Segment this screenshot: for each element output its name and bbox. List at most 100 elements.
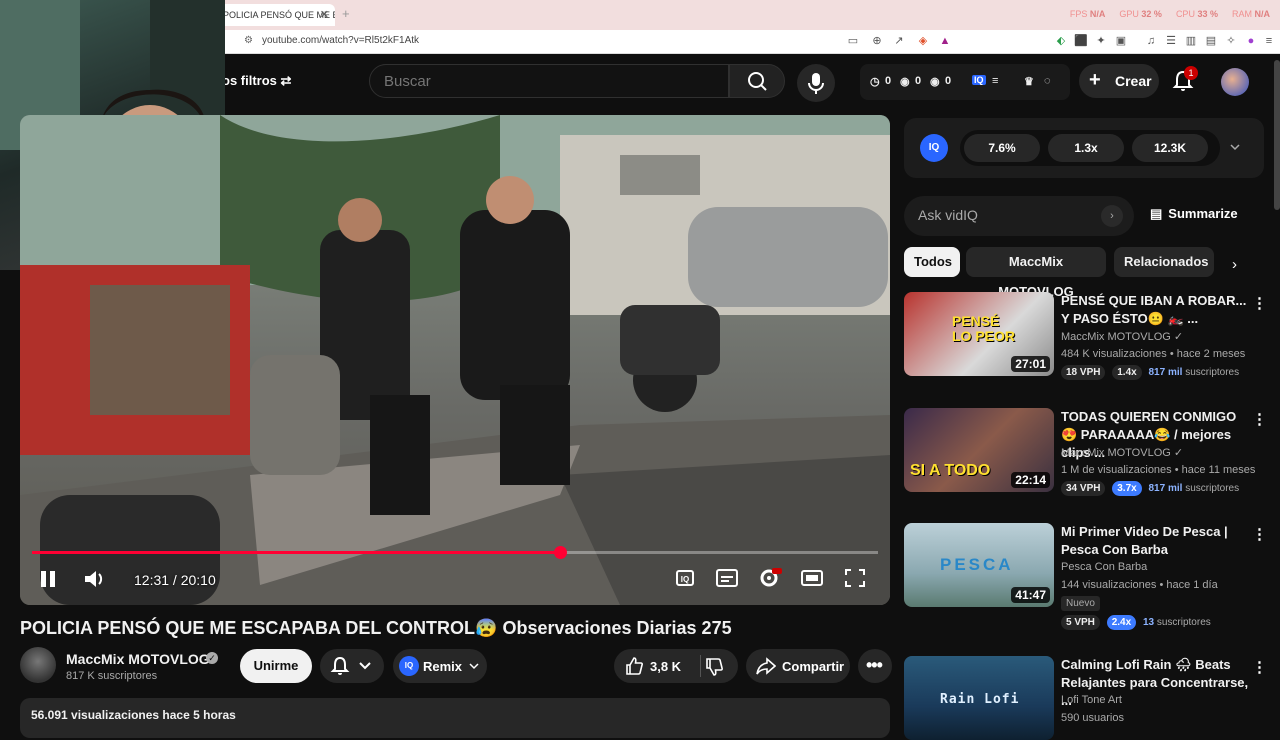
more-vert-icon[interactable]: ⋮ [1252, 525, 1267, 543]
leo-icon[interactable]: ✧ [1224, 34, 1238, 48]
search-input[interactable] [384, 73, 714, 90]
send-arrow-icon[interactable]: › [1101, 205, 1123, 227]
music-icon[interactable]: ♫ [1144, 34, 1158, 48]
rewards-icon[interactable]: ▲ [938, 34, 952, 48]
more-vert-icon[interactable]: ⋮ [1252, 658, 1267, 676]
recommendation-item[interactable]: PENSÉ LO PEOR 27:01 PENSÉ QUE IBAN A ROB… [904, 292, 1274, 402]
more-actions-button[interactable]: ••• [858, 649, 892, 683]
close-icon[interactable]: ✕ [320, 8, 329, 21]
volume-icon[interactable] [84, 570, 106, 588]
channel-name[interactable]: MaccMix MOTOVLOG [66, 651, 210, 667]
screenshot-icon[interactable]: ▣ [1114, 34, 1128, 48]
profile-icon[interactable]: ● [1244, 34, 1258, 48]
fullscreen-icon[interactable] [842, 567, 868, 589]
ratio-pill: 1.4x [1112, 365, 1142, 380]
ask-vidiq-box[interactable]: Ask vidIQ › [904, 196, 1134, 236]
video-player[interactable]: 12:31 / 20:10 IQ [20, 115, 890, 605]
video-thumbnail[interactable]: PESCA 41:47 [904, 523, 1054, 607]
share-button[interactable]: Compartir [746, 649, 850, 683]
ratio-pill: 2.4x [1106, 615, 1137, 630]
thumbnail-text: SI A TODO [910, 462, 991, 479]
share-label: Compartir [782, 659, 845, 674]
thumbs-down-icon[interactable] [704, 657, 724, 677]
brave-shield-icon[interactable]: ◈ [916, 34, 930, 48]
remix-button[interactable]: IQ Remix [393, 649, 487, 683]
wallet-icon[interactable]: ▤ [1204, 34, 1218, 48]
search-icon [748, 72, 767, 91]
rec-title[interactable]: PENSÉ QUE IBAN A ROBAR... Y PASO ÉSTO😐 🏍… [1061, 292, 1251, 328]
search-box[interactable] [369, 64, 729, 98]
filters-label[interactable]: os filtros ⇄ [222, 73, 291, 89]
browser-tab[interactable]: POLICIA PENSÓ QUE ME E ✕ [215, 4, 335, 26]
rec-channel[interactable]: Pesca Con Barba [1061, 561, 1147, 573]
thumbnail-text: PESCA [940, 555, 1014, 574]
rec-channel[interactable]: MaccMix MOTOVLOG ✓ [1061, 446, 1183, 459]
subtitles-icon[interactable] [714, 567, 740, 589]
vidiq-icon[interactable]: IQ [972, 75, 986, 85]
chevron-down-icon[interactable] [1230, 142, 1240, 152]
menu-icon[interactable]: ≡ [1262, 34, 1276, 48]
zoom-icon[interactable]: ⊕ [870, 34, 884, 48]
more-vert-icon[interactable]: ⋮ [1252, 294, 1267, 312]
recommendation-item[interactable]: Rain Lofi Calming Lofi Rain 🌧 Beats Rela… [904, 656, 1274, 740]
vidiq-icon: IQ [399, 656, 419, 676]
video-thumbnail[interactable]: Rain Lofi [904, 656, 1054, 740]
more-vert-icon[interactable]: ⋮ [1252, 410, 1267, 428]
rec-title[interactable]: Mi Primer Video De Pesca | Pesca Con Bar… [1061, 523, 1251, 559]
new-tab-button[interactable]: + [342, 6, 350, 21]
thumbnail-text: PENSÉ LO PEOR [952, 313, 1016, 344]
verified-icon: ✓ [1173, 331, 1184, 343]
url-text[interactable]: youtube.com/watch?v=Rl5t2kF1Atk [262, 35, 419, 46]
ask-vidiq-input[interactable]: Ask vidIQ [918, 207, 978, 223]
rec-channel[interactable]: Lofi Tone Art [1061, 694, 1122, 706]
install-icon[interactable]: ▭ [846, 34, 860, 48]
video-thumbnail[interactable]: SI A TODO 22:14 [904, 408, 1054, 492]
progress-handle[interactable] [553, 546, 567, 559]
translate-icon[interactable]: ⬛ [1074, 34, 1088, 48]
chip-channel[interactable]: MaccMix MOTOVLOG [966, 247, 1106, 299]
subs-count: 13 [1142, 617, 1155, 628]
chip-related[interactable]: Relacionados [1114, 247, 1214, 277]
vidiq-logo[interactable]: IQ [920, 134, 948, 162]
like-button[interactable]: 3,8 K [614, 649, 738, 683]
summarize-button[interactable]: ▤ Summarize [1150, 206, 1238, 222]
theater-mode-icon[interactable] [799, 567, 825, 589]
site-info-icon[interactable]: ⚙ [244, 35, 253, 46]
puzzle-icon[interactable]: ✦ [1094, 34, 1108, 48]
recommendation-item[interactable]: SI A TODO 22:14 TODAS QUIEREN CONMIGO😍 P… [904, 408, 1274, 518]
subscription-bell-button[interactable] [320, 649, 384, 683]
search-button[interactable] [729, 64, 785, 98]
rec-channel[interactable]: MaccMix MOTOVLOG ✓ [1061, 330, 1183, 343]
progress-bar[interactable] [32, 546, 878, 559]
voice-search-button[interactable] [797, 64, 835, 102]
description-box[interactable]: 56.091 visualizaciones hace 5 horas [20, 698, 890, 738]
chip-todos[interactable]: Todos [904, 247, 960, 277]
summarize-label: Summarize [1168, 206, 1238, 221]
create-button[interactable]: + Crear [1079, 64, 1159, 98]
chat-icon[interactable]: ◌ [1044, 75, 1051, 87]
channel-avatar[interactable] [20, 647, 56, 683]
trophy-icon[interactable]: ♛ [1024, 75, 1034, 88]
scrollbar[interactable] [1274, 60, 1280, 210]
reading-list-icon[interactable]: ☰ [1164, 34, 1178, 48]
share-icon [756, 657, 776, 675]
video-thumbnail[interactable]: PENSÉ LO PEOR 27:01 [904, 292, 1054, 376]
recommendation-item[interactable]: PESCA 41:47 Mi Primer Video De Pesca | P… [904, 523, 1274, 633]
chevron-right-icon[interactable]: › [1232, 256, 1237, 273]
join-button[interactable]: Unirme [240, 649, 312, 683]
share-page-icon[interactable]: ↗ [892, 34, 906, 48]
rec-vidiq-stats: 5 VPH 2.4x 13 suscriptores [1061, 615, 1211, 630]
vidiq-player-icon[interactable]: IQ [672, 567, 698, 589]
stat-fps: FPS N/A [1069, 9, 1106, 19]
settings-icon[interactable] [757, 567, 783, 589]
chevron-down-icon [359, 662, 371, 670]
like-count: 3,8 K [650, 659, 682, 674]
vidiq-toolbar: ◷ 0 ◉ 0 ◉ 0 IQ ≡ ♛ ◌ [860, 64, 1070, 100]
extension-icon[interactable]: ⬖ [1054, 34, 1068, 48]
stat-gpu: GPU 32 % [1119, 9, 1162, 19]
sidebar-icon[interactable]: ▥ [1184, 34, 1198, 48]
pause-icon[interactable] [40, 570, 56, 588]
account-avatar[interactable] [1221, 68, 1249, 96]
list-icon[interactable]: ≡ [992, 75, 998, 87]
video-frame [20, 115, 890, 605]
